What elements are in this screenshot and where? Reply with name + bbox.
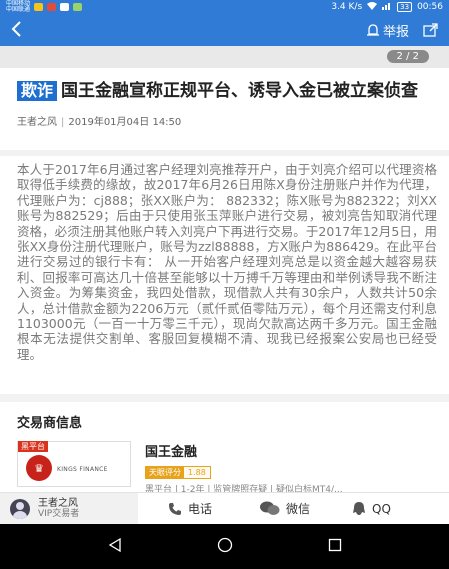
avatar (10, 498, 30, 519)
app-notification-icon (73, 3, 83, 11)
gallery-page-indicator: 2 / 2 (386, 50, 429, 63)
clock: 00:56 (417, 2, 443, 12)
publish-date: 2019年01月04日 14:50 (68, 117, 182, 128)
network-speed: 3.4 K/s (331, 2, 363, 12)
wechat-icon (260, 501, 280, 515)
status-left: 中国移动 中国联通 (6, 1, 83, 13)
phone-button[interactable]: 电话 (168, 500, 212, 517)
score-value: 1.88 (184, 467, 210, 478)
back-button[interactable] (10, 18, 34, 42)
qq-label: QQ (372, 501, 391, 516)
broker-logo: 黑平台 ♛ KINGS FINANCE (17, 441, 131, 487)
broker-name: 国王金融 (145, 445, 198, 460)
nav-back-icon[interactable] (108, 537, 122, 556)
chevron-left-icon (11, 21, 21, 37)
article-title: 欺诈 国王金融宣称正规平台、诱导入金已被立案侦查 (17, 80, 432, 103)
signal-icon (382, 2, 392, 13)
black-platform-badge: 黑平台 (18, 441, 48, 452)
report-label: 举报 (382, 24, 409, 40)
qq-icon (353, 501, 366, 515)
nav-recents-icon[interactable] (328, 537, 342, 556)
user-role: VIP交易者 (38, 508, 80, 519)
battery-icon: 33 (397, 2, 413, 12)
phone-icon (169, 502, 181, 515)
bottom-action-bar: 王者之风 VIP交易者 电话 微信 QQ (0, 492, 449, 525)
phone-label: 电话 (188, 502, 213, 516)
broker-card[interactable]: 黑平台 ♛ KINGS FINANCE 国王金融 天眼评分 1.88 黑平台 |… (17, 441, 432, 495)
qq-button[interactable]: QQ (352, 501, 391, 517)
wechat-button[interactable]: 微信 (260, 500, 310, 517)
report-button[interactable]: 举报 (366, 21, 409, 40)
alarm-icon (366, 23, 380, 37)
system-nav-bar (0, 524, 449, 569)
status-bar: 中国移动 中国联通 3.4 K/s 33 00:56 (0, 0, 449, 14)
carrier-2: 中国联通 (6, 6, 31, 13)
app-notification-icon (47, 3, 57, 11)
meta-separator: | (61, 117, 65, 128)
nav-actions: 举报 (366, 21, 439, 40)
broker-info: 国王金融 天眼评分 1.88 黑平台 | 1-2年 | 监管牌照存疑 | 疑似白… (145, 441, 343, 495)
article-meta: 王者之风 | 2019年01月04日 14:50 (17, 113, 432, 128)
article-body: 本人于2017年6月通过客户经理刘亮推荐开户，由于刘亮介绍可以代理资格取得低手续… (0, 156, 449, 394)
nav-bar: 举报 (0, 14, 449, 46)
section-title: 交易商信息 (17, 416, 83, 431)
wechat-label: 微信 (286, 502, 311, 516)
user-text: 王者之风 VIP交易者 (38, 498, 79, 520)
wifi-icon (367, 1, 378, 13)
author-name: 王者之风 (17, 117, 57, 128)
app-notification-icon (60, 3, 70, 11)
score-badge: 天眼评分 1.88 (145, 466, 211, 479)
share-icon[interactable] (423, 23, 439, 37)
article-title-text: 国王金融宣称正规平台、诱导入金已被立案侦查 (61, 81, 419, 101)
score-label: 天眼评分 (146, 467, 184, 478)
broker-section: 交易商信息 黑平台 ♛ KINGS FINANCE 国王金融 天眼评分 1.88… (0, 402, 449, 495)
app-notification-icon (34, 3, 44, 11)
category-tag: 欺诈 (17, 81, 58, 101)
carrier-info: 中国移动 中国联通 (6, 1, 30, 13)
crown-logo-icon: ♛ (26, 455, 52, 481)
nav-home-icon[interactable] (217, 537, 233, 557)
status-right: 3.4 K/s 33 00:56 (331, 1, 443, 13)
image-gallery[interactable]: 2 / 2 (0, 46, 449, 68)
logo-text: KINGS FINANCE (57, 465, 108, 473)
user-profile[interactable]: 王者之风 VIP交易者 (0, 492, 138, 525)
user-name: 王者之风 (38, 497, 78, 509)
article-header: 欺诈 国王金融宣称正规平台、诱导入金已被立案侦查 王者之风 | 2019年01月04日… (0, 68, 449, 150)
